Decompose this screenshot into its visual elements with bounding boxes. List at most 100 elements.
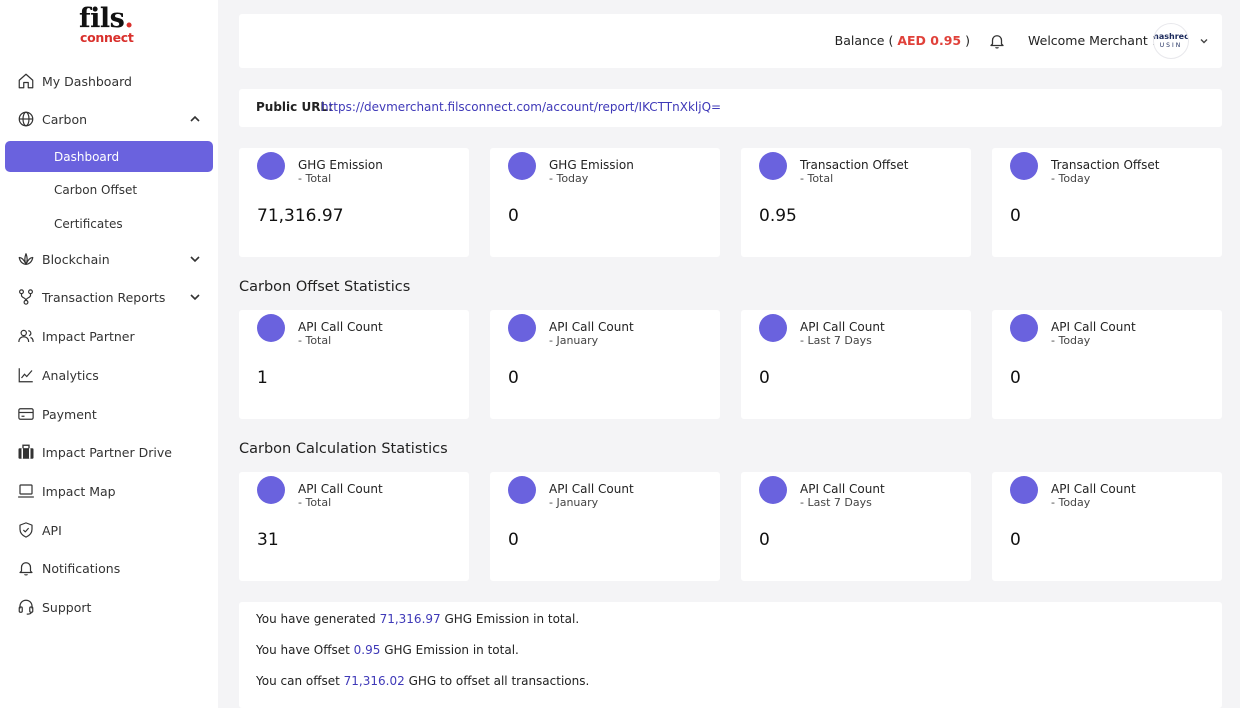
stat-dot-icon: [508, 314, 536, 342]
stat-card-value: 71,316.97: [257, 206, 344, 226]
stat-card-value: 0: [508, 368, 519, 388]
welcome-text: Welcome Merchant 1: [1028, 33, 1160, 48]
flow-icon: [16, 287, 36, 307]
stat-card-value: 31: [257, 530, 279, 550]
avatar-logo-text-bottom: USIN: [1159, 42, 1183, 49]
stat-card-value: 0: [508, 530, 519, 550]
stat-card-ghg-total: GHG Emission - Total 71,316.97: [239, 148, 469, 257]
summary-line-can-offset: You can offset 71,316.02 GHG to offset a…: [256, 674, 589, 688]
offset-card-last-7-days: API Call Count - Last 7 Days 0: [741, 310, 971, 419]
stat-card-subtitle: - Total: [800, 172, 834, 185]
sidebar-item-impact-partner-drive[interactable]: Impact Partner Drive: [0, 437, 218, 467]
stat-dot-icon: [508, 476, 536, 504]
stat-card-value: 1: [257, 368, 268, 388]
summary-text: You can offset: [256, 674, 340, 688]
sidebar-item-blockchain[interactable]: Blockchain: [0, 244, 218, 274]
sidebar-subitem-certificates[interactable]: Certificates: [5, 208, 213, 239]
sidebar-item-impact-partner[interactable]: Impact Partner: [0, 321, 218, 351]
sidebar-item-label: Impact Partner Drive: [42, 444, 172, 460]
sidebar-item-support[interactable]: Support: [0, 592, 218, 622]
sidebar-subitem-label: Certificates: [54, 216, 123, 231]
summary-panel: You have generated 71,316.97 GHG Emissio…: [239, 602, 1222, 708]
chevron-up-icon: [190, 115, 200, 122]
sidebar-item-label: Notifications: [42, 560, 121, 576]
summary-line-offset: You have Offset 0.95 GHG Emission in tot…: [256, 643, 519, 657]
summary-text: GHG to offset all transactions.: [408, 674, 590, 688]
stat-card-offset-today: Transaction Offset - Today 0: [992, 148, 1222, 257]
balance-amount: AED 0.95: [897, 33, 962, 48]
sidebar-item-analytics[interactable]: Analytics: [0, 360, 218, 390]
stat-card-subtitle: - Today: [1051, 334, 1091, 347]
stat-card-value: 0: [508, 206, 519, 226]
stat-dot-icon: [1010, 314, 1038, 342]
chevron-down-icon: [190, 294, 200, 301]
stat-dot-icon: [508, 152, 536, 180]
section-title-carbon-offset: Carbon Offset Statistics: [239, 279, 411, 295]
summary-text: You have Offset: [256, 643, 350, 657]
avatar[interactable]: nashrec USIN: [1153, 23, 1189, 59]
stat-card-value: 0: [1010, 530, 1021, 550]
stat-card-subtitle: - January: [549, 496, 599, 509]
stat-dot-icon: [759, 152, 787, 180]
chart-line-icon: [16, 365, 36, 385]
sidebar-item-api[interactable]: API: [0, 515, 218, 545]
summary-text: You have generated: [256, 612, 376, 626]
stat-dot-icon: [257, 476, 285, 504]
stat-card-value: 0: [759, 368, 770, 388]
summary-text: GHG Emission in total.: [444, 612, 580, 626]
sidebar-item-impact-map[interactable]: Impact Map: [0, 476, 218, 506]
sidebar-subitem-dashboard[interactable]: Dashboard: [5, 141, 213, 172]
shield-icon: [16, 520, 36, 540]
stat-card-value: 0: [1010, 368, 1021, 388]
sidebar-item-label: Analytics: [42, 367, 99, 383]
offset-card-january: API Call Count - January 0: [490, 310, 720, 419]
stat-card-title: GHG Emission: [298, 158, 383, 172]
stat-card-title: API Call Count: [549, 482, 634, 496]
stat-card-subtitle: - Last 7 Days: [800, 496, 872, 509]
avatar-logo-text-top: nashrec: [1153, 32, 1189, 41]
summary-text: GHG Emission in total.: [384, 643, 519, 657]
stat-card-title: API Call Count: [549, 320, 634, 334]
stat-dot-icon: [759, 476, 787, 504]
offset-card-total: API Call Count - Total 1: [239, 310, 469, 419]
sidebar-item-notifications[interactable]: Notifications: [0, 553, 218, 583]
stat-card-title: API Call Count: [298, 320, 383, 334]
stat-card-value: 0.95: [759, 206, 797, 226]
chevron-down-icon[interactable]: [1198, 35, 1210, 47]
balance-label: Balance (: [834, 33, 894, 48]
sidebar-item-carbon[interactable]: Carbon: [0, 104, 218, 134]
public-url-link[interactable]: https://devmerchant.filsconnect.com/acco…: [321, 100, 721, 114]
stat-dot-icon: [759, 314, 787, 342]
stat-dot-icon: [1010, 152, 1038, 180]
sidebar-item-my-dashboard[interactable]: My Dashboard: [0, 66, 218, 96]
stat-dot-icon: [257, 152, 285, 180]
balance-display: Balance ( AED 0.95 ): [835, 33, 970, 48]
stat-card-offset-total: Transaction Offset - Total 0.95: [741, 148, 971, 257]
sidebar-item-label: Impact Map: [42, 483, 116, 499]
fils-connect-logo[interactable]: fils. connect: [79, 5, 149, 48]
calc-card-total: API Call Count - Total 31: [239, 472, 469, 581]
sidebar-item-payment[interactable]: Payment: [0, 399, 218, 429]
stat-card-subtitle: - Last 7 Days: [800, 334, 872, 347]
stat-card-title: GHG Emission: [549, 158, 634, 172]
sidebar: fils. connect My Dashboard Carbon Dashbo…: [0, 0, 218, 708]
summary-number: 0.95: [353, 643, 381, 657]
users-icon: [16, 326, 36, 346]
sidebar-item-label: Carbon: [42, 111, 88, 127]
summary-number: 71,316.97: [379, 612, 441, 626]
calc-card-today: API Call Count - Today 0: [992, 472, 1222, 581]
stat-card-title: API Call Count: [1051, 320, 1136, 334]
chevron-down-icon: [190, 256, 200, 263]
summary-number: 71,316.02: [343, 674, 405, 688]
card-icon: [16, 404, 36, 424]
sidebar-item-label: API: [42, 522, 62, 538]
globe-icon: [16, 109, 36, 129]
top-header-bar: Balance ( AED 0.95 ) Welcome Merchant 1 …: [239, 14, 1222, 68]
bell-icon[interactable]: [988, 32, 1006, 50]
sidebar-subitem-carbon-offset[interactable]: Carbon Offset: [5, 174, 213, 205]
sidebar-item-transaction-reports[interactable]: Transaction Reports: [0, 282, 218, 312]
stat-card-subtitle: - Total: [298, 172, 332, 185]
stat-card-subtitle: - Total: [298, 496, 332, 509]
lotus-icon: [16, 249, 36, 269]
sidebar-subitem-label: Carbon Offset: [54, 182, 138, 197]
